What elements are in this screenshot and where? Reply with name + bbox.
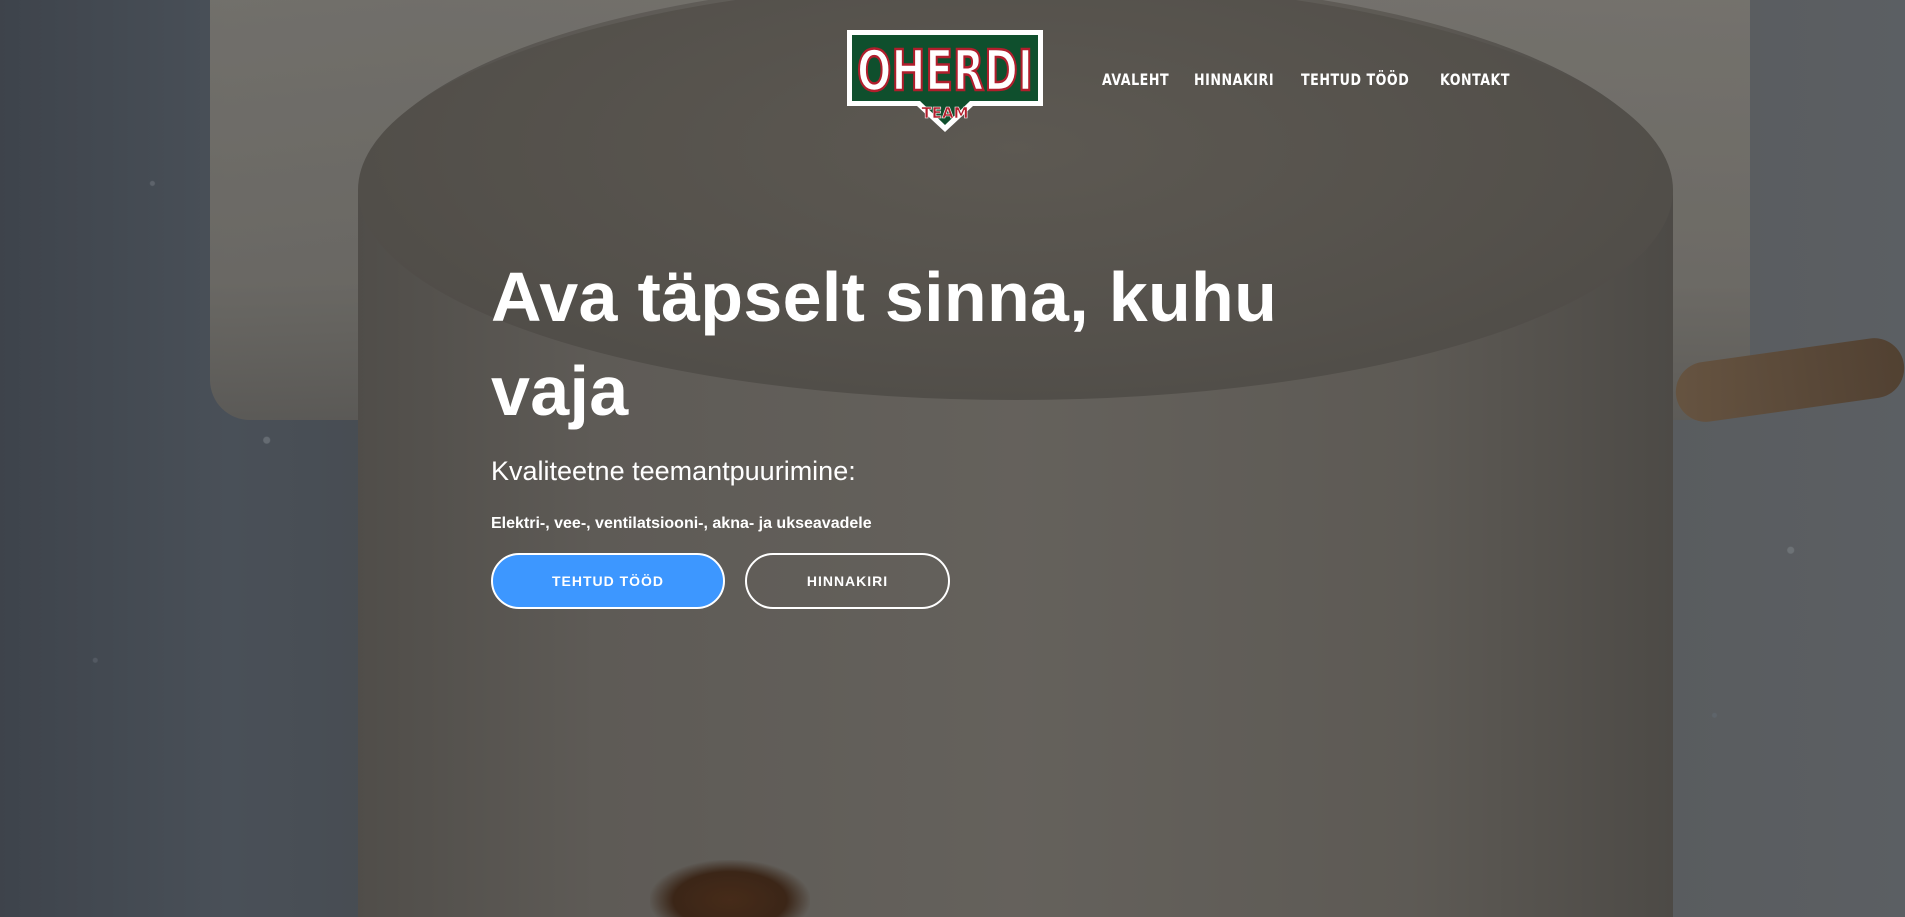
logo-subtext: TEAM [921,104,968,122]
nav-item-hinnakiri[interactable]: HINNAKIRI [1194,70,1274,89]
hinnakiri-button[interactable]: HINNAKIRI [745,553,950,609]
logo-text: OHERDI [857,39,1033,104]
main-navigation: AVALEHT HINNAKIRI TEHTUD TÖÖD KONTAKT [1102,70,1510,89]
hero-buttons: TEHTUD TÖÖD HINNAKIRI [491,553,950,609]
oherdi-team-logo[interactable]: OHERDI TEAM [845,28,1045,134]
hero-title: Ava täpselt sinna, kuhu vaja [491,258,1278,430]
hero-subtitle: Kvaliteetne teemantpuurimine: [491,456,856,486]
hero-section: Ava täpselt sinna, kuhu vaja Kvaliteetne… [491,250,1391,533]
nav-item-tehtud-tood[interactable]: TEHTUD TÖÖD [1301,70,1409,89]
hero-description: Elektri-, vee-, ventilatsiooni-, akna- j… [491,515,872,532]
nav-item-kontakt[interactable]: KONTAKT [1440,70,1510,89]
tehtud-tood-button[interactable]: TEHTUD TÖÖD [491,553,725,609]
nav-item-avaleht[interactable]: AVALEHT [1102,70,1169,89]
